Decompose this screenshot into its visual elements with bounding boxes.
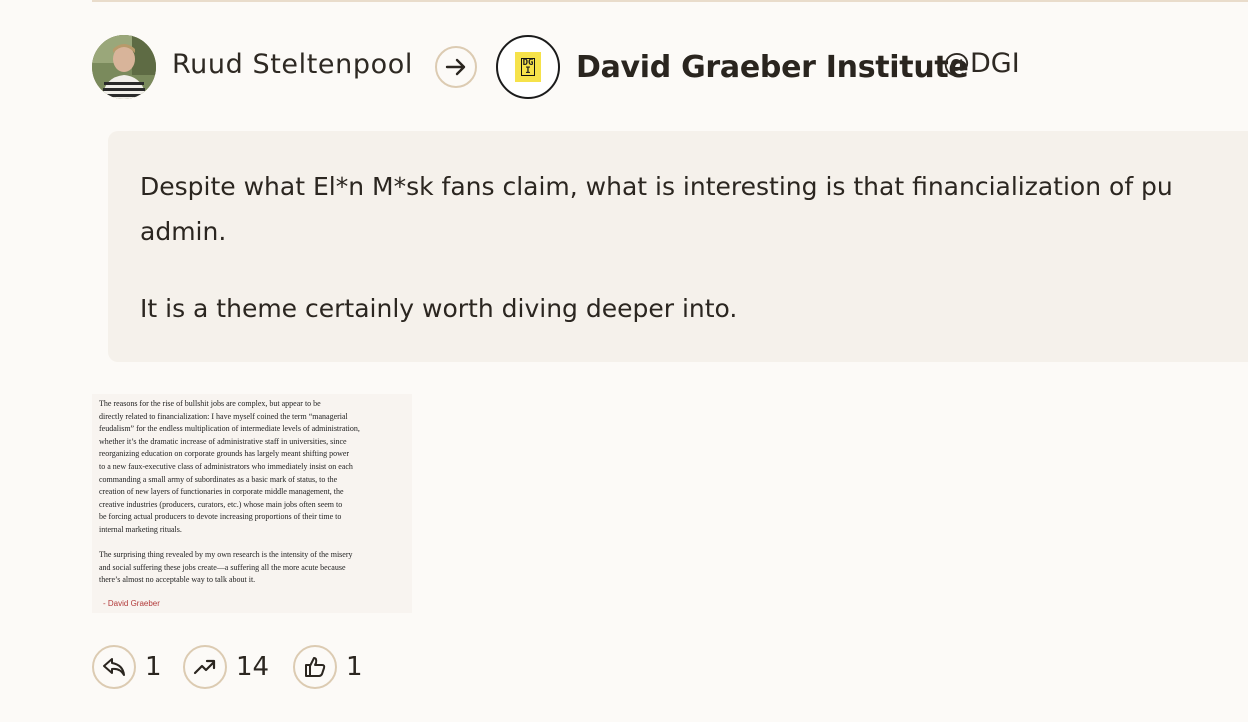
boost-trending-icon[interactable] (183, 645, 227, 689)
quote-line-1: Despite what El*n M*sk fans claim, what … (140, 172, 1173, 201)
top-divider (92, 0, 1248, 2)
image-attachment[interactable]: The reasons for the rise of bullshit job… (92, 394, 412, 613)
repost-arrow-icon (435, 46, 477, 88)
author-name[interactable]: Ruud Steltenpool (172, 49, 413, 80)
quote-line-2: admin. (140, 217, 227, 246)
attachment-paragraph-1: The reasons for the rise of bullshit job… (99, 399, 360, 534)
quoted-text-block: Despite what El*n M*sk fans claim, what … (108, 131, 1248, 362)
post-header: Ruud Steltenpool DG I David Graeber Insti… (92, 35, 1248, 99)
avatar-image (92, 35, 156, 99)
attachment-paragraph-2: The surprising thing revealed by my own … (99, 550, 353, 585)
like-count: 1 (346, 652, 363, 682)
author-avatar[interactable] (92, 35, 156, 99)
like-thumbs-up-icon[interactable] (293, 645, 337, 689)
org-name[interactable]: David Graeber Institute (576, 50, 969, 85)
org-logo-mark-line-2: I (525, 66, 531, 76)
boost-count: 14 (236, 652, 270, 682)
org-logo-mark: DG I (515, 52, 541, 82)
post-actions: 1 14 1 (92, 645, 492, 691)
reply-icon[interactable] (92, 645, 136, 689)
org-logo[interactable]: DG I (496, 35, 560, 99)
reply-count: 1 (145, 652, 162, 682)
attachment-signature: - David Graeber (103, 599, 160, 608)
quote-line-3: It is a theme certainly worth diving dee… (140, 294, 738, 323)
org-handle[interactable]: @DGI (943, 48, 1020, 79)
